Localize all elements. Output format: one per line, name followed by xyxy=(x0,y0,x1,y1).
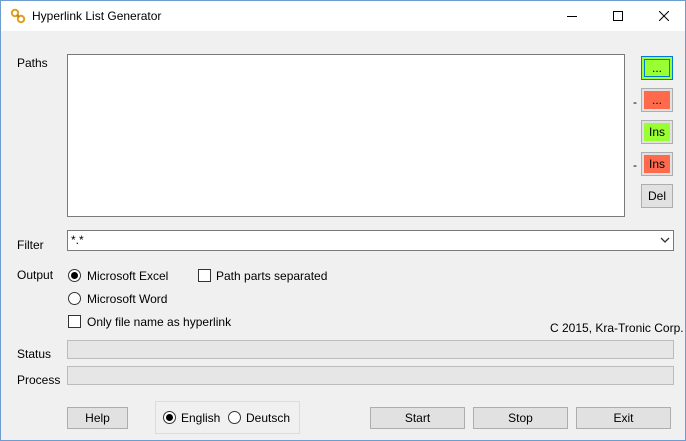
delete-button[interactable]: Del xyxy=(641,184,673,208)
maximize-button[interactable] xyxy=(595,1,641,31)
close-button[interactable] xyxy=(641,1,686,31)
title-bar[interactable]: Hyperlink List Generator xyxy=(1,1,685,31)
remove-insert-prefix: - xyxy=(633,158,637,172)
path-parts-checkbox[interactable] xyxy=(198,269,211,282)
start-label: Start xyxy=(404,411,431,425)
paths-list[interactable] xyxy=(67,54,625,217)
window-title: Hyperlink List Generator xyxy=(32,9,162,23)
excel-radio[interactable] xyxy=(68,269,81,282)
english-radio-label[interactable]: English xyxy=(181,411,220,425)
chain-link-icon xyxy=(10,8,26,24)
remove-path-browse-label: ... xyxy=(651,93,662,107)
exit-button[interactable]: Exit xyxy=(576,407,671,429)
stop-label: Stop xyxy=(508,411,533,425)
stop-button[interactable]: Stop xyxy=(473,407,568,429)
help-button[interactable]: Help xyxy=(67,407,128,429)
exit-label: Exit xyxy=(613,411,634,425)
filter-combobox[interactable]: *.* xyxy=(67,230,674,251)
remove-insert-label: Ins xyxy=(648,157,665,171)
filter-label: Filter xyxy=(17,238,44,252)
process-label: Process xyxy=(17,373,61,387)
paths-label: Paths xyxy=(17,56,48,70)
remove-insert-button[interactable]: Ins xyxy=(641,152,673,176)
add-path-browse-label: ... xyxy=(651,61,662,75)
close-icon xyxy=(659,11,669,21)
insert-label: Ins xyxy=(648,125,665,139)
only-file-name-label[interactable]: Only file name as hyperlink xyxy=(87,315,231,329)
word-radio[interactable] xyxy=(68,292,81,305)
excel-radio-label[interactable]: Microsoft Excel xyxy=(87,269,168,283)
english-radio[interactable] xyxy=(163,411,176,424)
chevron-down-icon xyxy=(660,237,670,243)
status-label: Status xyxy=(17,347,52,361)
add-path-browse-button[interactable]: ... xyxy=(641,56,673,80)
only-file-name-checkbox[interactable] xyxy=(68,315,81,328)
deutsch-radio-label[interactable]: Deutsch xyxy=(246,411,290,425)
main-window: Hyperlink List Generator Paths ... - ...… xyxy=(0,0,686,441)
copyright-text: C 2015, Kra-Tronic Corp. xyxy=(550,321,684,335)
minimize-button[interactable] xyxy=(549,1,595,31)
language-group: English Deutsch xyxy=(155,401,300,434)
minimize-icon xyxy=(567,16,577,17)
word-radio-label[interactable]: Microsoft Word xyxy=(87,292,167,306)
insert-button[interactable]: Ins xyxy=(641,120,673,144)
path-parts-label[interactable]: Path parts separated xyxy=(216,269,327,283)
deutsch-radio[interactable] xyxy=(228,411,241,424)
help-label: Help xyxy=(85,411,110,425)
status-field xyxy=(67,340,674,359)
remove-browse-prefix: - xyxy=(633,95,637,109)
start-button[interactable]: Start xyxy=(370,407,465,429)
output-label: Output xyxy=(17,268,54,282)
maximize-icon xyxy=(613,11,623,21)
filter-value: *.* xyxy=(71,233,84,247)
remove-path-browse-button[interactable]: ... xyxy=(641,88,673,112)
delete-label: Del xyxy=(647,189,666,203)
process-progress-bar xyxy=(67,366,674,385)
